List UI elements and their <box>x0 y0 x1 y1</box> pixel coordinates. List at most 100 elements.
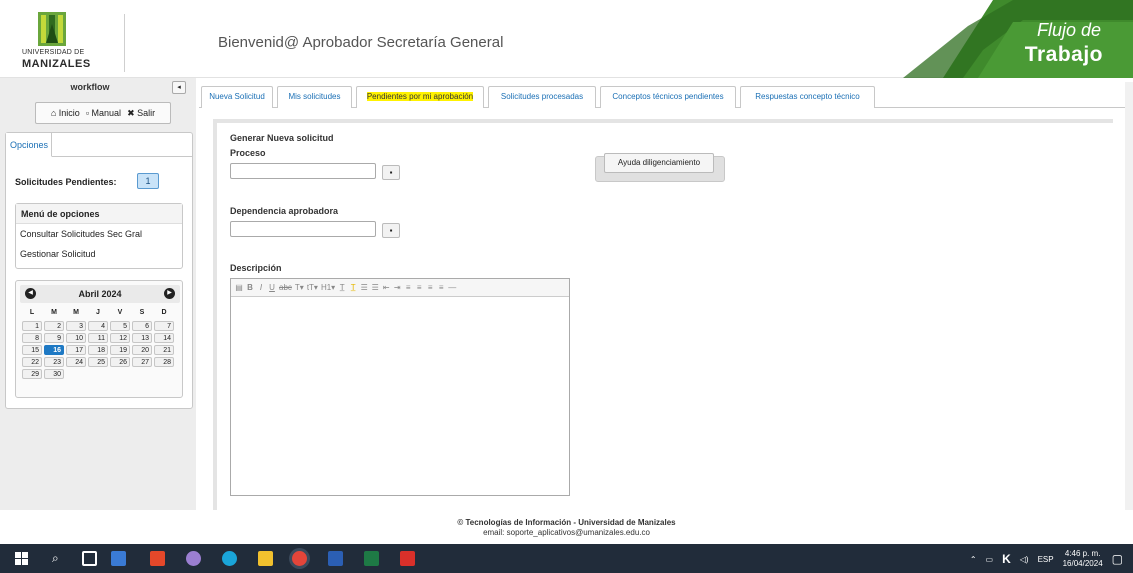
tab-conceptos-pendientes[interactable]: Conceptos técnicos pendientes <box>600 86 736 108</box>
windows-start-icon[interactable] <box>14 551 29 566</box>
windows-logo-icon <box>15 552 28 565</box>
university-logo[interactable]: UNIVERSIDAD DE MANIZALES <box>20 12 120 76</box>
next-month-icon[interactable]: ▶ <box>164 288 175 299</box>
calendar-day[interactable]: 26 <box>110 357 130 367</box>
outdent-icon[interactable]: ⇤ <box>382 283 390 292</box>
file-explorer-icon[interactable] <box>258 551 273 566</box>
calendar-day[interactable]: 5 <box>110 321 130 331</box>
tab-mis-solicitudes[interactable]: Mis solicitudes <box>277 86 352 108</box>
manual-link[interactable]: ▫ Manual <box>86 108 121 118</box>
calendar-day[interactable]: 25 <box>88 357 108 367</box>
calendar-day[interactable]: 30 <box>44 369 64 379</box>
italic-icon[interactable]: I <box>257 283 265 292</box>
align-justify-icon[interactable]: ≡ <box>437 283 445 292</box>
calendar-day[interactable]: 13 <box>132 333 152 343</box>
paint-icon[interactable] <box>186 551 201 566</box>
options-menu-header: Menú de opciones <box>16 204 182 224</box>
tab-respuestas-concepto[interactable]: Respuestas concepto técnico <box>740 86 875 108</box>
calendar-day[interactable]: 8 <box>22 333 42 343</box>
chrome-browser-icon[interactable] <box>292 551 307 566</box>
calendar-day[interactable]: 15 <box>22 345 42 355</box>
search-icon[interactable]: ⌕ <box>52 551 67 566</box>
horizontal-rule-icon[interactable]: — <box>448 283 456 292</box>
tab-nueva-solicitud[interactable]: Nueva Solicitud <box>201 86 273 108</box>
pending-count-badge[interactable]: 1 <box>137 173 159 189</box>
k-app-icon[interactable]: K <box>1002 552 1011 566</box>
heading-icon[interactable]: H1▾ <box>321 283 335 292</box>
tab-pendientes-aprobacion[interactable]: Pendientes por mi aprobación <box>356 86 484 108</box>
menu-item-consultar[interactable]: Consultar Solicitudes Sec Gral <box>16 224 182 244</box>
dependency-lookup-button[interactable]: ▪ <box>382 223 400 238</box>
tab-solicitudes-procesadas[interactable]: Solicitudes procesadas <box>488 86 596 108</box>
network-icon[interactable]: ▭ <box>986 555 994 564</box>
tab-label: Respuestas concepto técnico <box>755 92 860 101</box>
calendar-day[interactable]: 12 <box>110 333 130 343</box>
menu-item-gestionar[interactable]: Gestionar Solicitud <box>16 244 182 264</box>
calendar-day[interactable]: 24 <box>66 357 86 367</box>
calendar-day[interactable]: 9 <box>44 333 64 343</box>
calendar-day[interactable]: 28 <box>154 357 174 367</box>
process-input[interactable] <box>230 163 376 179</box>
process-label: Proceso <box>230 148 266 158</box>
ordered-list-icon[interactable]: ☰ <box>371 283 379 292</box>
excel-icon[interactable] <box>364 551 379 566</box>
bold-icon[interactable]: B <box>246 283 254 292</box>
collapse-sidebar-button[interactable]: ◂ <box>172 81 186 94</box>
tab-opciones[interactable]: Opciones <box>6 133 52 157</box>
rich-text-editor[interactable]: ▤ B I U abc T▾ tT▾ H1▾ T̲ T̲ ☰ ☰ ⇤ ⇥ ≡ ≡ <box>230 278 570 496</box>
calendar-day[interactable]: 18 <box>88 345 108 355</box>
indent-icon[interactable]: ⇥ <box>393 283 401 292</box>
list-icon: ▪ <box>389 226 393 235</box>
strikethrough-icon[interactable]: abc <box>279 283 292 292</box>
calendar-day[interactable]: 4 <box>88 321 108 331</box>
text-color-icon[interactable]: T̲ <box>338 283 346 292</box>
exit-link[interactable]: ✖ Salir <box>127 108 155 119</box>
system-tray: ⌃ ▭ K ◁) ESP 4:46 p. m. 16/04/2024 ▢ <box>970 548 1123 570</box>
help-button[interactable]: Ayuda diligenciamiento <box>604 153 714 173</box>
underline-icon[interactable]: U <box>268 283 276 292</box>
calendar-day[interactable]: 2 <box>44 321 64 331</box>
dependency-input[interactable] <box>230 221 376 237</box>
calendar-day[interactable]: 22 <box>22 357 42 367</box>
windows-taskbar: ⌕ ⌃ ▭ K ◁) ESP 4:46 p. m. 16/04/2024 ▢ <box>0 544 1133 573</box>
task-view-icon[interactable] <box>82 551 97 566</box>
home-link[interactable]: ⌂ Inicio <box>51 108 80 118</box>
align-left-icon[interactable]: ≡ <box>404 283 412 292</box>
calendar-day[interactable]: 14 <box>154 333 174 343</box>
chevron-up-icon[interactable]: ⌃ <box>970 555 977 564</box>
calendar-day[interactable]: 11 <box>88 333 108 343</box>
process-lookup-button[interactable]: ▪ <box>382 165 400 180</box>
unordered-list-icon[interactable]: ☰ <box>360 283 368 292</box>
align-center-icon[interactable]: ≡ <box>415 283 423 292</box>
calendar-day[interactable]: 10 <box>66 333 86 343</box>
calendar-day-today[interactable]: 16 <box>44 345 64 355</box>
word-icon[interactable] <box>328 551 343 566</box>
calendar-day[interactable]: 21 <box>154 345 174 355</box>
notifications-icon[interactable]: ▢ <box>1112 552 1123 566</box>
page-scrollbar[interactable] <box>1125 82 1133 510</box>
calendar-day[interactable]: 3 <box>66 321 86 331</box>
calendar-day[interactable]: 7 <box>154 321 174 331</box>
highlight-icon[interactable]: T̲ <box>349 283 357 292</box>
calendar-day[interactable]: 23 <box>44 357 64 367</box>
welcome-message: Bienvenid@ Aprobador Secretaría General <box>218 34 504 51</box>
calculator-icon[interactable] <box>111 551 126 566</box>
font-size-icon[interactable]: tT▾ <box>307 283 318 292</box>
calendar-day[interactable]: 19 <box>110 345 130 355</box>
align-right-icon[interactable]: ≡ <box>426 283 434 292</box>
font-family-icon[interactable]: T▾ <box>295 283 304 292</box>
app-red-icon[interactable] <box>150 551 165 566</box>
acrobat-icon[interactable] <box>400 551 415 566</box>
calendar-day-headers: L M M J V S D <box>22 307 178 319</box>
calendar-day[interactable]: 1 <box>22 321 42 331</box>
calendar-day[interactable]: 6 <box>132 321 152 331</box>
calendar-day[interactable]: 29 <box>22 369 42 379</box>
calendar-day[interactable]: 27 <box>132 357 152 367</box>
clock[interactable]: 4:46 p. m. 16/04/2024 <box>1063 549 1103 569</box>
paste-icon[interactable]: ▤ <box>235 283 243 292</box>
volume-icon[interactable]: ◁) <box>1020 555 1029 564</box>
calendar-day[interactable]: 20 <box>132 345 152 355</box>
edge-browser-icon[interactable] <box>222 551 237 566</box>
language-indicator[interactable]: ESP <box>1038 555 1054 564</box>
calendar-day[interactable]: 17 <box>66 345 86 355</box>
